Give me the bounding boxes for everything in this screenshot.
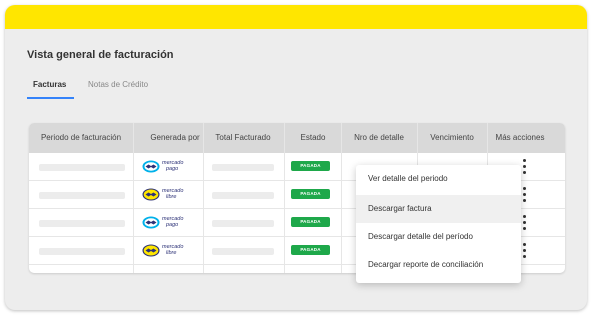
loading-placeholder	[212, 248, 274, 255]
loading-placeholder	[212, 220, 274, 227]
loading-placeholder	[212, 192, 274, 199]
menu-item-ver-detalle-periodo[interactable]: Ver detalle del periodo	[356, 165, 521, 193]
mercado-libre-icon	[142, 244, 160, 257]
status-badge: PAGADA	[291, 189, 330, 199]
column-header-generada-por[interactable]: Generada por	[150, 133, 199, 142]
column-header-periodo[interactable]: Periodo de facturación	[41, 133, 121, 142]
tab-notas-de-credito[interactable]: Notas de Crédito	[88, 80, 148, 89]
loading-placeholder	[212, 164, 274, 171]
column-header-mas-acciones: Más acciones	[495, 133, 545, 142]
status-badge: PAGADA	[291, 245, 330, 255]
column-header-total-facturado[interactable]: Total Facturado	[215, 133, 270, 142]
menu-item-descargar-factura[interactable]: Descargar factura	[356, 195, 521, 223]
brand-name: mercado pago	[162, 160, 184, 172]
column-header-nro-detalle[interactable]: Nro de detalle	[354, 133, 404, 142]
more-actions-icon[interactable]	[521, 242, 529, 260]
loading-placeholder	[39, 164, 125, 171]
menu-item-descargar-detalle-periodo[interactable]: Descargar detalle del período	[356, 223, 521, 251]
top-header-bar	[5, 5, 587, 29]
tab-facturas[interactable]: Facturas	[33, 80, 66, 89]
loading-placeholder	[39, 192, 125, 199]
billing-overview-window: Vista general de facturación Facturas No…	[5, 5, 587, 310]
active-tab-indicator	[27, 97, 74, 99]
status-badge: PAGADA	[291, 161, 330, 171]
more-actions-icon[interactable]	[521, 186, 529, 204]
column-header-vencimiento[interactable]: Vencimiento	[430, 133, 474, 142]
actions-dropdown-menu: Ver detalle del periodo Descargar factur…	[356, 165, 521, 283]
mercado-libre-icon	[142, 188, 160, 201]
generated-by-cell: mercado pago	[142, 159, 202, 175]
loading-placeholder	[39, 248, 125, 255]
generated-by-cell: mercado libre	[142, 243, 202, 259]
table-header: Periodo de facturación Generada por Tota…	[29, 123, 565, 153]
menu-item-reporte-conciliacion[interactable]: Decargar reporte de conciliación	[356, 251, 521, 279]
brand-name: mercado libre	[162, 244, 184, 256]
mercado-pago-icon	[142, 216, 160, 229]
generated-by-cell: mercado libre	[142, 187, 202, 203]
mercado-pago-icon	[142, 160, 160, 173]
brand-name: mercado libre	[162, 188, 184, 200]
more-actions-icon[interactable]	[521, 158, 529, 176]
page-title: Vista general de facturación	[27, 49, 174, 61]
generated-by-cell: mercado pago	[142, 215, 202, 231]
more-actions-icon[interactable]	[521, 214, 529, 232]
status-badge: PAGADA	[291, 217, 330, 227]
column-header-estado[interactable]: Estado	[301, 133, 326, 142]
brand-name: mercado pago	[162, 216, 184, 228]
loading-placeholder	[39, 220, 125, 227]
